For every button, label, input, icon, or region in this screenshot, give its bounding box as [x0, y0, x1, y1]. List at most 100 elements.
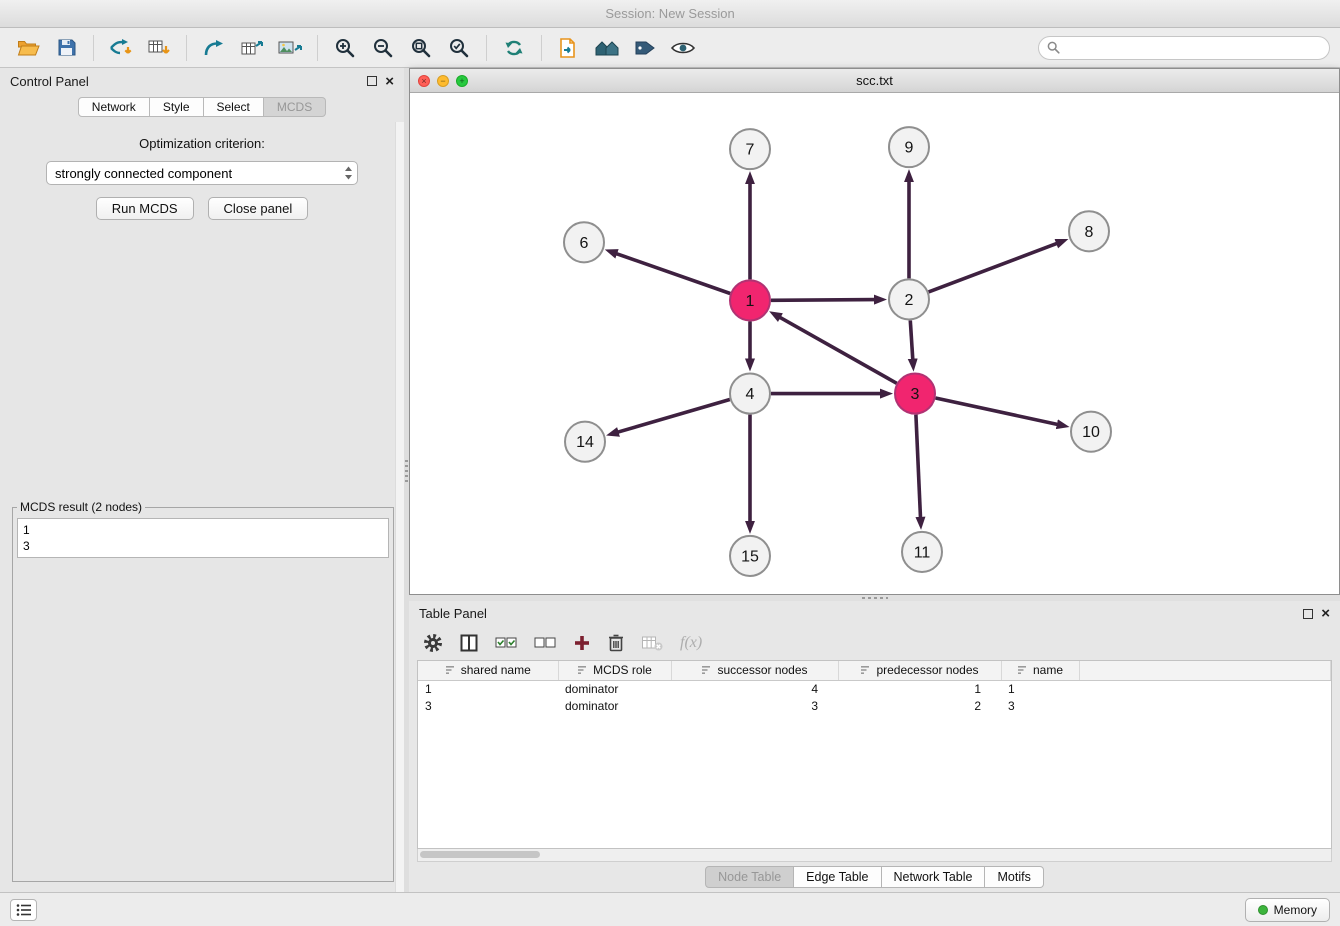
tab-mcds[interactable]: MCDS [264, 97, 326, 117]
add-column-icon[interactable] [573, 634, 591, 652]
table-row[interactable]: 3dominator323 [418, 697, 1331, 714]
network-graph[interactable]: 1 2 3 4 6 7 8 9 10 11 14 15 [410, 93, 1339, 594]
table-cell[interactable]: 3 [418, 697, 558, 714]
show-columns-icon[interactable] [460, 634, 478, 652]
table-cell[interactable]: 3 [1001, 697, 1079, 714]
eye-icon[interactable] [665, 32, 701, 64]
table-cell[interactable]: 4 [671, 680, 838, 697]
table-cell[interactable]: dominator [558, 697, 671, 714]
node-7[interactable]: 7 [730, 129, 770, 169]
node-15[interactable]: 15 [730, 536, 770, 576]
zoom-fit-icon[interactable] [403, 32, 439, 64]
tab-node-table[interactable]: Node Table [705, 866, 794, 888]
network-canvas[interactable]: 1 2 3 4 6 7 8 9 10 11 14 15 [410, 93, 1339, 594]
zoom-out-icon[interactable] [365, 32, 401, 64]
close-window-icon[interactable]: × [418, 75, 430, 87]
run-mcds-button[interactable]: Run MCDS [96, 197, 194, 220]
node-9[interactable]: 9 [889, 127, 929, 167]
edge-3-10[interactable] [936, 398, 1058, 424]
mcds-result-list[interactable]: 1 3 [17, 518, 389, 558]
export-network-icon[interactable] [196, 32, 232, 64]
table-panel: Table Panel × [409, 601, 1340, 892]
table-cell[interactable]: 2 [838, 697, 1001, 714]
tab-network-table[interactable]: Network Table [882, 866, 986, 888]
table-cell[interactable]: dominator [558, 680, 671, 697]
tab-select[interactable]: Select [204, 97, 264, 117]
table-cell[interactable]: 1 [838, 680, 1001, 697]
tab-edge-table[interactable]: Edge Table [794, 866, 881, 888]
save-session-icon[interactable] [48, 32, 84, 64]
export-table-icon[interactable] [234, 32, 270, 64]
main-toolbar [0, 28, 1340, 68]
column-header-shared-name[interactable]: shared name [418, 661, 558, 680]
window-title: Session: New Session [605, 6, 734, 21]
node-10[interactable]: 10 [1071, 412, 1111, 452]
criterion-selected-value: strongly connected component [55, 166, 344, 181]
zoom-selected-icon[interactable] [441, 32, 477, 64]
close-panel-button[interactable]: Close panel [208, 197, 309, 220]
node-6[interactable]: 6 [564, 222, 604, 262]
table-toolbar: f(x) [409, 626, 1340, 659]
label-icon[interactable] [627, 32, 663, 64]
edge-1-2[interactable] [771, 300, 875, 301]
deselect-all-columns-icon[interactable] [534, 636, 556, 650]
criterion-select[interactable]: strongly connected component [46, 161, 358, 185]
table-settings-gear-icon[interactable] [423, 633, 443, 653]
table-row[interactable]: 1dominator411 [418, 680, 1331, 697]
table-horizontal-scrollbar[interactable] [417, 849, 1332, 862]
edge-3-11[interactable] [916, 415, 921, 518]
tab-motifs[interactable]: Motifs [985, 866, 1043, 888]
delete-table-icon[interactable] [641, 634, 663, 652]
edge-2-3[interactable] [910, 320, 913, 359]
edge-2-8[interactable] [929, 243, 1058, 292]
network-window-titlebar[interactable]: × − + scc.txt [410, 69, 1339, 93]
import-network-icon[interactable] [103, 32, 139, 64]
float-table-panel-icon[interactable] [1303, 609, 1313, 619]
edge-3-1[interactable] [780, 317, 897, 383]
edge-1-6[interactable] [616, 254, 730, 294]
sort-icon [1017, 665, 1028, 675]
tab-network[interactable]: Network [78, 97, 150, 117]
search-input[interactable] [1065, 41, 1321, 55]
column-header-empty [1079, 661, 1331, 680]
close-table-panel-icon[interactable]: × [1321, 606, 1330, 621]
table-cell[interactable]: 3 [671, 697, 838, 714]
memory-button[interactable]: Memory [1245, 898, 1330, 922]
refresh-icon[interactable] [496, 32, 532, 64]
node-14[interactable]: 14 [565, 422, 605, 462]
control-panel-scrollbar[interactable] [395, 122, 404, 892]
column-header-mcds-role[interactable]: MCDS role [558, 661, 671, 680]
show-hidden-panels-button[interactable] [10, 899, 37, 921]
node-3[interactable]: 3 [895, 374, 935, 414]
horizontal-splitter[interactable] [409, 595, 1340, 601]
node-2[interactable]: 2 [889, 279, 929, 319]
function-builder-icon[interactable]: f(x) [680, 634, 702, 652]
control-panel-title: Control Panel [10, 74, 359, 89]
delete-column-trash-icon[interactable] [608, 633, 624, 652]
network-from-selection-icon[interactable] [551, 32, 587, 64]
column-header-predecessor-nodes[interactable]: predecessor nodes [838, 661, 1001, 680]
edge-4-14[interactable] [618, 400, 730, 433]
export-image-icon[interactable] [272, 32, 308, 64]
node-8[interactable]: 8 [1069, 211, 1109, 251]
search-box[interactable] [1038, 36, 1330, 60]
node-1[interactable]: 1 [730, 280, 770, 320]
select-all-columns-icon[interactable] [495, 636, 517, 650]
node-4[interactable]: 4 [730, 374, 770, 414]
import-table-icon[interactable] [141, 32, 177, 64]
column-header-successor-nodes[interactable]: successor nodes [671, 661, 838, 680]
table-cell[interactable]: 1 [418, 680, 558, 697]
open-session-icon[interactable] [10, 32, 46, 64]
svg-text:1: 1 [746, 293, 755, 310]
preferred-layout-icon[interactable] [589, 32, 625, 64]
zoom-in-icon[interactable] [327, 32, 363, 64]
vertical-splitter[interactable] [404, 68, 409, 892]
table-cell[interactable]: 1 [1001, 680, 1079, 697]
float-panel-icon[interactable] [367, 76, 377, 86]
close-panel-icon[interactable]: × [385, 74, 394, 89]
minimize-window-icon[interactable]: − [437, 75, 449, 87]
column-header-name[interactable]: name [1001, 661, 1079, 680]
node-11[interactable]: 11 [902, 532, 942, 572]
tab-style[interactable]: Style [150, 97, 204, 117]
maximize-window-icon[interactable]: + [456, 75, 468, 87]
